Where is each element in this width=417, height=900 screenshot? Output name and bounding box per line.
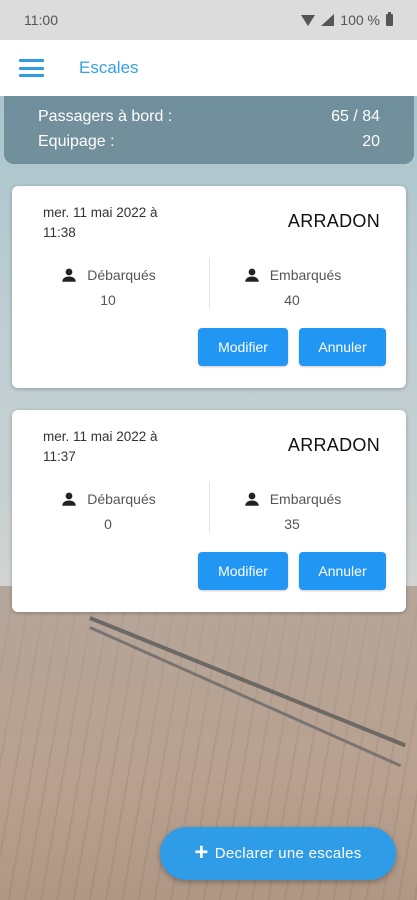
passengers-value: 65 / 84	[331, 108, 380, 125]
status-icons: 100 %	[301, 12, 393, 28]
hamburger-menu-icon[interactable]	[19, 59, 44, 77]
person-icon	[62, 268, 76, 282]
modify-button[interactable]: Modifier	[198, 328, 288, 366]
embarked-label: Embarqués	[269, 491, 342, 507]
battery-percent: 100 %	[340, 12, 380, 28]
stop-place: ARRADON	[287, 211, 380, 231]
card-divider	[209, 482, 210, 532]
disembarked-value: 10	[100, 292, 116, 308]
disembarked-value: 0	[104, 516, 112, 532]
disembarked-label: Débarqués	[87, 267, 156, 283]
declare-stop-label: Declarer une escales	[214, 845, 362, 862]
person-icon	[244, 268, 259, 282]
modify-button[interactable]: Modifier	[198, 552, 288, 590]
card-divider	[209, 258, 210, 308]
crew-value: 20	[362, 133, 380, 150]
embarked-stat: Embarqués 35	[212, 490, 372, 532]
app-bar: Escales	[0, 40, 417, 96]
plus-icon: +	[194, 838, 209, 866]
page-title: Escales	[79, 58, 139, 77]
wifi-icon	[301, 14, 316, 26]
person-icon	[62, 492, 76, 506]
status-bar: 11:00 100 %	[0, 0, 417, 40]
onboard-summary: Passagers à bord : 65 / 84 Equipage : 20	[4, 96, 414, 164]
stop-date: mer. 11 mai 2022 à 11:38	[43, 205, 158, 240]
stop-place: ARRADON	[287, 435, 380, 455]
embarked-stat: Embarqués 40	[212, 266, 372, 308]
status-time: 11:00	[24, 12, 58, 28]
stop-date: mer. 11 mai 2022 à 11:37	[43, 429, 158, 464]
embarked-value: 40	[284, 292, 300, 308]
stop-card: mer. 11 mai 2022 à 11:38 ARRADON Débarqu…	[12, 186, 406, 388]
disembarked-stat: Débarqués 0	[28, 490, 188, 532]
declare-stop-button[interactable]: + Declarer une escales	[160, 827, 396, 880]
person-icon	[244, 492, 259, 506]
passengers-row: Passagers à bord : 65 / 84	[38, 108, 380, 133]
embarked-value: 35	[284, 516, 300, 532]
crew-label: Equipage :	[38, 133, 115, 150]
disembarked-stat: Débarqués 10	[28, 266, 188, 308]
stop-card: mer. 11 mai 2022 à 11:37 ARRADON Débarqu…	[12, 410, 406, 612]
cancel-button[interactable]: Annuler	[299, 552, 386, 590]
passengers-label: Passagers à bord :	[38, 108, 173, 125]
signal-icon	[321, 14, 335, 26]
cancel-button[interactable]: Annuler	[299, 328, 386, 366]
embarked-label: Embarqués	[269, 267, 342, 283]
crew-row: Equipage : 20	[38, 133, 380, 158]
disembarked-label: Débarqués	[87, 491, 156, 507]
battery-icon	[386, 12, 393, 26]
